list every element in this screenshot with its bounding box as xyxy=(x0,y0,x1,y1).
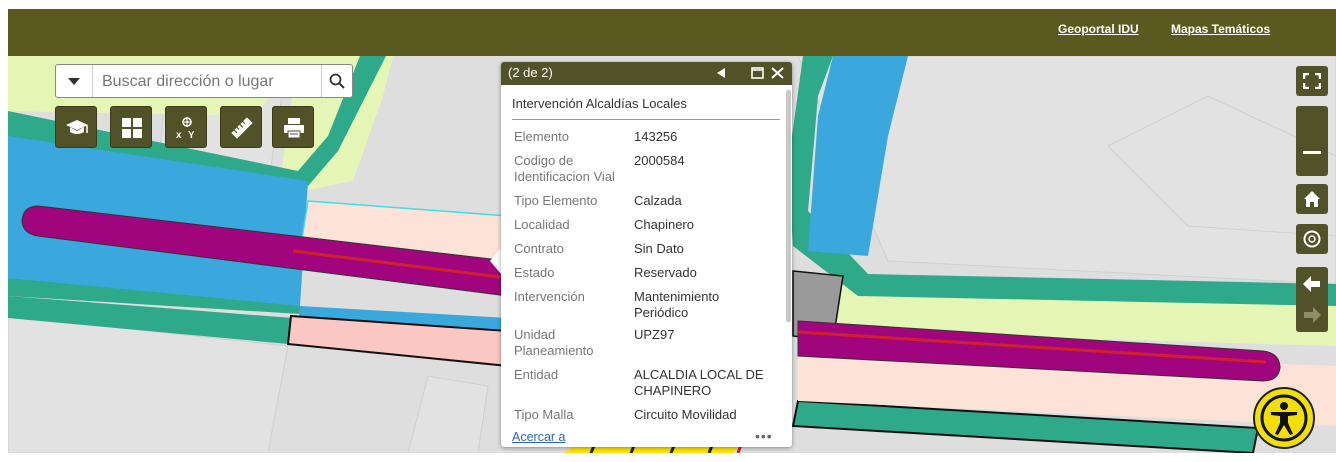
accessibility-icon xyxy=(1260,394,1308,442)
popup-scrollbar[interactable] xyxy=(786,90,791,322)
field-value: Circuito Movilidad xyxy=(634,407,737,422)
popup-feature-count: (2 de 2) xyxy=(508,65,553,80)
field-value: Sin Dato xyxy=(634,241,684,256)
print-icon xyxy=(284,118,304,139)
zoom-out-button[interactable] xyxy=(1296,106,1328,176)
zoom-out-icon xyxy=(1303,151,1321,154)
geoportal-idu-link[interactable]: Geoportal IDU xyxy=(1058,22,1139,36)
more-actions-button[interactable]: ••• xyxy=(755,428,773,444)
print-button[interactable] xyxy=(272,106,314,148)
home-icon xyxy=(1304,191,1320,207)
xy-coordinates-icon: xY xyxy=(176,117,195,140)
home-button[interactable] xyxy=(1296,184,1328,214)
svg-text:Y: Y xyxy=(188,130,195,140)
field-value: Mantenimiento Periódico xyxy=(634,289,720,320)
basemap-grid-icon xyxy=(122,118,142,138)
popup-header: (2 de 2) xyxy=(501,62,792,85)
accessibility-button[interactable] xyxy=(1253,387,1315,449)
field-label: Elemento xyxy=(514,129,569,144)
maximize-icon[interactable] xyxy=(751,67,764,79)
fullscreen-icon xyxy=(1303,73,1321,89)
back-arrow-icon[interactable] xyxy=(1303,276,1321,292)
search-input[interactable] xyxy=(100,69,324,95)
search-button[interactable] xyxy=(321,65,352,97)
field-value: Chapinero xyxy=(634,217,694,232)
field-label: Unidad Planeamiento xyxy=(514,327,594,358)
popup-title: Intervención Alcaldías Locales xyxy=(512,96,687,111)
field-label: Localidad xyxy=(514,217,570,232)
locate-icon xyxy=(1303,230,1321,248)
field-label: Estado xyxy=(514,265,555,280)
close-icon[interactable] xyxy=(771,67,784,79)
field-value: UPZ97 xyxy=(634,327,675,342)
field-label: Contrato xyxy=(514,241,564,256)
measure-ruler-icon xyxy=(231,117,253,139)
forward-arrow-icon[interactable] xyxy=(1303,307,1321,323)
field-label: Tipo Elemento xyxy=(514,193,598,208)
field-value: 2000584 xyxy=(634,153,685,168)
field-label: Intervención xyxy=(514,289,585,304)
search-source-dropdown[interactable] xyxy=(56,65,93,97)
fullscreen-button[interactable] xyxy=(1296,66,1328,96)
xy-coordinates-button[interactable]: xY xyxy=(165,106,207,148)
field-value: Calzada xyxy=(634,193,682,208)
graduation-cap-icon xyxy=(66,120,88,134)
field-label: Codigo de Identificacion Vial xyxy=(514,153,615,184)
field-value: ALCALDIA LOCAL DE CHAPINERO xyxy=(634,367,764,398)
chevron-down-icon xyxy=(68,78,80,85)
field-label: Entidad xyxy=(514,367,559,382)
graduation-cap-button[interactable] xyxy=(55,106,97,148)
field-value: Reservado xyxy=(634,265,697,280)
basemap-gallery-button[interactable] xyxy=(110,106,152,148)
popup-divider xyxy=(512,119,780,120)
measure-button[interactable] xyxy=(220,106,262,148)
mapas-tematicos-link[interactable]: Mapas Temáticos xyxy=(1171,22,1270,36)
extent-navigation xyxy=(1296,267,1328,332)
app-window: Geoportal IDU Mapas Temáticos Buscar dir… xyxy=(8,9,1336,453)
previous-feature-icon[interactable] xyxy=(716,67,726,79)
field-label: Tipo Malla xyxy=(514,407,574,422)
search-icon xyxy=(329,73,345,89)
svg-text:x: x xyxy=(176,130,182,140)
feature-popup: (2 de 2) Intervención Alcaldías Locales … xyxy=(501,62,792,447)
top-bar: Geoportal IDU Mapas Temáticos xyxy=(8,9,1336,56)
search-box xyxy=(55,64,353,98)
locate-button[interactable] xyxy=(1296,224,1328,254)
field-value: 143256 xyxy=(634,129,678,144)
zoom-to-link[interactable]: Acercar a xyxy=(512,430,566,444)
